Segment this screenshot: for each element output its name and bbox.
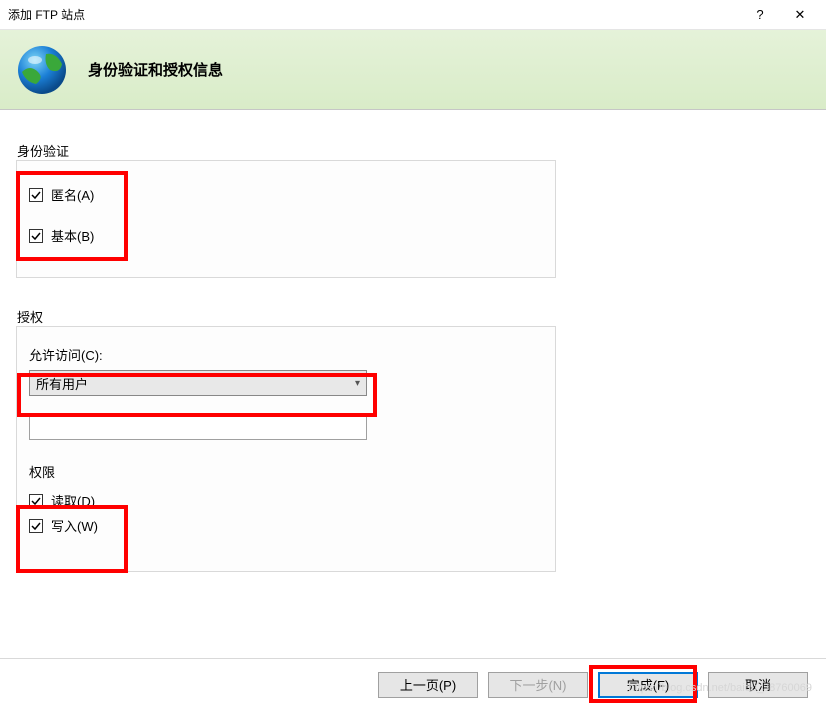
allow-access-label: 允许访问(C):	[29, 345, 543, 364]
help-button[interactable]: ?	[740, 1, 780, 29]
write-checkbox-row[interactable]: 写入(W)	[29, 516, 543, 535]
chevron-down-icon: ▾	[355, 378, 360, 389]
banner: 身份验证和授权信息	[0, 30, 826, 110]
basic-checkbox[interactable]	[29, 229, 43, 243]
write-checkbox-label: 写入(W)	[51, 516, 98, 535]
allow-access-selected: 所有用户	[36, 374, 88, 393]
wizard-button-bar: 上一页(P) 下一步(N) 完成(F) 取消	[0, 658, 826, 700]
content-area: 身份验证 匿名(A) 基本(B) 授权 允许访问(C): 所有用户 ▾ 权限	[0, 110, 826, 572]
permissions-label: 权限	[29, 462, 543, 481]
read-checkbox-row[interactable]: 读取(D)	[29, 491, 543, 510]
basic-checkbox-row[interactable]: 基本(B)	[29, 226, 543, 245]
read-checkbox-label: 读取(D)	[51, 491, 95, 510]
page-title: 身份验证和授权信息	[88, 59, 223, 80]
write-checkbox[interactable]	[29, 519, 43, 533]
authorization-group-label: 授权	[17, 307, 43, 326]
anonymous-checkbox-row[interactable]: 匿名(A)	[29, 185, 543, 204]
globe-icon	[16, 44, 68, 96]
anonymous-checkbox-label: 匿名(A)	[51, 185, 94, 204]
specify-users-input[interactable]	[29, 414, 367, 440]
authorization-group: 授权 允许访问(C): 所有用户 ▾ 权限 读取(D) 写入(W)	[16, 326, 556, 572]
previous-button[interactable]: 上一页(P)	[378, 672, 478, 698]
cancel-button[interactable]: 取消	[708, 672, 808, 698]
authentication-group: 身份验证 匿名(A) 基本(B)	[16, 160, 556, 278]
finish-button[interactable]: 完成(F)	[598, 672, 698, 698]
anonymous-checkbox[interactable]	[29, 188, 43, 202]
window-title: 添加 FTP 站点	[8, 6, 740, 23]
read-checkbox[interactable]	[29, 494, 43, 508]
allow-access-select[interactable]: 所有用户 ▾	[29, 370, 367, 396]
titlebar: 添加 FTP 站点 ? ✕	[0, 0, 826, 30]
next-button: 下一步(N)	[488, 672, 588, 698]
authentication-group-label: 身份验证	[17, 141, 69, 160]
basic-checkbox-label: 基本(B)	[51, 226, 94, 245]
close-button[interactable]: ✕	[780, 1, 820, 29]
